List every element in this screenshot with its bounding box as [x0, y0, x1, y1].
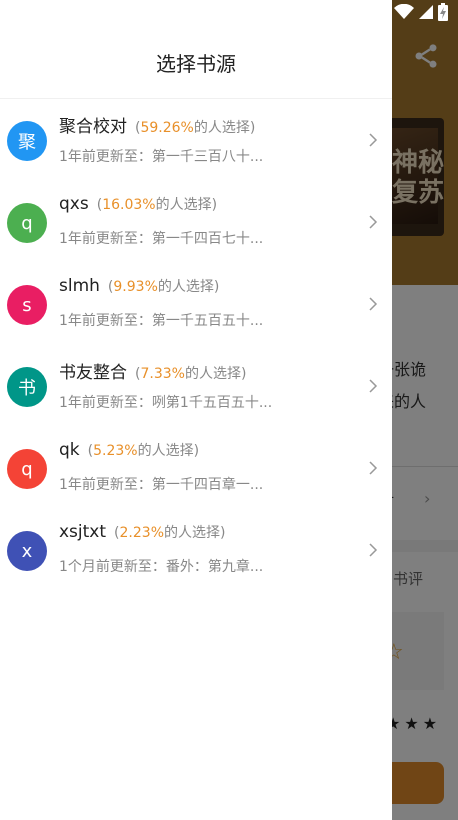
- chevron-right-icon: [369, 133, 378, 147]
- source-percent-value: 2.23%: [119, 525, 164, 541]
- source-avatar: 聚: [7, 121, 47, 161]
- source-latest-update: 1年前更新至：第一千三百八十...: [59, 149, 264, 165]
- source-name: qk: [59, 440, 80, 460]
- source-percent: (7.33%的人选择): [135, 366, 247, 382]
- chevron-right-icon: [369, 379, 378, 393]
- drawer-title: 选择书源: [156, 52, 236, 76]
- source-percent-suffix: 的人选择): [155, 197, 218, 213]
- source-item[interactable]: x xsjtxt (2.23%的人选择) 1个月前更新至：番外：第九章...: [0, 510, 392, 592]
- source-percent-value: 16.03%: [102, 197, 156, 213]
- source-drawer: 选择书源 聚 聚合校对 (59.26%的人选择) 1年前更新至：第一千三百八十.…: [0, 0, 392, 820]
- source-percent-suffix: 的人选择): [184, 366, 247, 382]
- source-percent-value: 5.23%: [93, 443, 138, 459]
- source-latest-update: 1个月前更新至：番外：第九章...: [59, 559, 264, 575]
- source-percent: (16.03%的人选择): [96, 197, 218, 213]
- status-bar: [394, 2, 448, 22]
- source-name: slmh: [59, 276, 100, 296]
- source-name: 书友整合: [59, 363, 127, 383]
- source-item[interactable]: 聚 聚合校对 (59.26%的人选择) 1年前更新至：第一千三百八十...: [0, 100, 392, 182]
- source-percent-value: 7.33%: [140, 366, 185, 382]
- chevron-right-icon: [369, 461, 378, 475]
- source-latest-update: 1年前更新至：第一千五百五十...: [59, 313, 264, 329]
- wifi-icon: [394, 4, 414, 19]
- source-percent: (9.93%的人选择): [107, 279, 220, 295]
- source-avatar: q: [7, 203, 47, 243]
- source-percent-suffix: 的人选择): [157, 279, 220, 295]
- source-latest-update: 1年前更新至：第一千四百章一...: [59, 477, 264, 493]
- source-latest-update: 1年前更新至：咧第1千五百五十...: [59, 395, 273, 411]
- chevron-right-icon: [369, 215, 378, 229]
- source-avatar: 书: [7, 367, 47, 407]
- source-item[interactable]: q qk (5.23%的人选择) 1年前更新至：第一千四百章一...: [0, 428, 392, 510]
- source-list: 聚 聚合校对 (59.26%的人选择) 1年前更新至：第一千三百八十... q …: [0, 100, 392, 592]
- source-item[interactable]: 书 书友整合 (7.33%的人选择) 1年前更新至：咧第1千五百五十...: [0, 346, 392, 428]
- source-item[interactable]: s slmh (9.93%的人选择) 1年前更新至：第一千五百五十...: [0, 264, 392, 346]
- chevron-right-icon: [369, 543, 378, 557]
- divider: [0, 98, 392, 99]
- source-percent-suffix: 的人选择): [164, 525, 226, 541]
- battery-charging-icon: [438, 3, 448, 21]
- source-percent-value: 9.93%: [113, 279, 158, 295]
- source-percent: (5.23%的人选择): [87, 443, 200, 459]
- source-percent-value: 59.26%: [140, 120, 194, 136]
- source-item[interactable]: q qxs (16.03%的人选择) 1年前更新至：第一千四百七十...: [0, 182, 392, 264]
- source-avatar: s: [7, 285, 47, 325]
- source-name: xsjtxt: [59, 522, 107, 542]
- source-percent: (2.23%的人选择): [114, 525, 226, 541]
- source-latest-update: 1年前更新至：第一千四百七十...: [59, 231, 264, 247]
- source-name: qxs: [59, 194, 89, 214]
- chevron-right-icon: [369, 297, 378, 311]
- source-name: 聚合校对: [59, 117, 127, 137]
- source-avatar: q: [7, 449, 47, 489]
- signal-icon: [419, 5, 433, 19]
- source-percent-suffix: 的人选择): [193, 120, 256, 136]
- source-avatar: x: [7, 531, 47, 571]
- source-percent-suffix: 的人选择): [137, 443, 200, 459]
- source-percent: (59.26%的人选择): [135, 120, 256, 136]
